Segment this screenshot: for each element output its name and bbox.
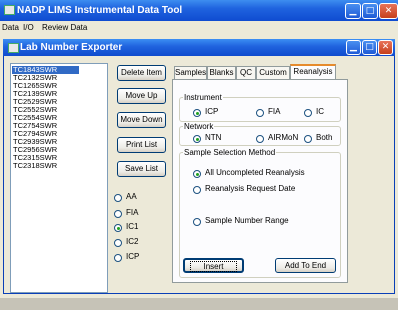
exporter-title: Lab Number Exporter xyxy=(20,42,123,53)
list-item[interactable]: TC2318SWR xyxy=(12,162,79,170)
selection-label-request-date: Reanalysis Request Date xyxy=(205,184,296,193)
type-label-ic2: IC2 xyxy=(126,237,139,246)
status-strip xyxy=(0,298,398,310)
network-label-airmon: AIRMoN xyxy=(268,133,299,142)
instrument-label-ic: IC xyxy=(316,107,324,116)
menu-review-data[interactable]: Review Data xyxy=(42,21,87,35)
selection-label-number-range: Sample Number Range xyxy=(205,216,289,225)
maximize-icon[interactable]: □ xyxy=(362,40,377,55)
delete-item-button[interactable]: Delete Item xyxy=(117,65,166,81)
selection-radio-request-date[interactable] xyxy=(193,186,201,194)
insert-button-label: Insert xyxy=(190,261,237,272)
add-to-end-button[interactable]: Add To End xyxy=(275,258,336,273)
instrument-radio-ic[interactable] xyxy=(304,109,312,117)
network-radio-airmon[interactable] xyxy=(256,135,264,143)
type-label-ic1: IC1 xyxy=(126,222,139,231)
menu-io[interactable]: I/O xyxy=(23,21,34,35)
save-list-button[interactable]: Save List xyxy=(117,161,166,177)
menu-bar: Data I/O Review Data xyxy=(0,21,398,35)
close-icon[interactable]: ✕ xyxy=(378,40,393,55)
minimize-icon[interactable]: ▁ xyxy=(346,40,361,55)
type-label-aa: AA xyxy=(126,192,137,201)
instrument-label-fia: FIA xyxy=(268,107,281,116)
selection-label-all-uncompleted: All Uncompleted Reanalysis xyxy=(205,168,305,177)
network-radio-ntn[interactable] xyxy=(193,135,201,143)
tab-samples[interactable]: Samples xyxy=(174,66,207,79)
lab-number-list[interactable]: TC1843SWR TC2132SWR TC1265SWR TC2139SWR … xyxy=(10,63,108,293)
network-group-label: Network xyxy=(183,122,215,131)
window-icon xyxy=(8,43,19,53)
type-radio-aa[interactable] xyxy=(114,194,122,202)
tab-custom[interactable]: Custom xyxy=(256,66,290,79)
exporter-title-bar[interactable]: Lab Number Exporter ▁ □ ✕ xyxy=(3,39,395,56)
network-label-both: Both xyxy=(316,133,333,142)
move-down-button[interactable]: Move Down xyxy=(117,112,166,128)
move-up-button[interactable]: Move Up xyxy=(117,88,166,104)
selection-method-label: Sample Selection Method xyxy=(183,148,277,157)
minimize-icon[interactable]: ▁ xyxy=(345,3,361,19)
type-radio-icp[interactable] xyxy=(114,254,122,262)
type-label-fia: FIA xyxy=(126,208,139,217)
instrument-radio-icp[interactable] xyxy=(193,109,201,117)
type-radio-fia[interactable] xyxy=(114,210,122,218)
instrument-label-icp: ICP xyxy=(205,107,219,116)
type-radio-ic1[interactable] xyxy=(114,224,122,232)
type-label-icp: ICP xyxy=(126,252,140,261)
tab-blanks[interactable]: Blanks xyxy=(207,66,236,79)
tab-reanalysis[interactable]: Reanalysis xyxy=(290,64,336,80)
app-title-bar[interactable]: NADP LIMS Instrumental Data Tool ▁ □ ✕ xyxy=(0,0,398,21)
tab-qc[interactable]: QC xyxy=(236,66,256,79)
maximize-icon[interactable]: □ xyxy=(362,3,378,19)
selection-radio-all-uncompleted[interactable] xyxy=(193,170,201,178)
selection-radio-number-range[interactable] xyxy=(193,218,201,226)
app-title: NADP LIMS Instrumental Data Tool xyxy=(17,5,183,16)
instrument-group-label: Instrument xyxy=(183,93,223,102)
app-icon xyxy=(4,5,15,15)
type-radio-ic2[interactable] xyxy=(114,239,122,247)
instrument-radio-fia[interactable] xyxy=(256,109,264,117)
close-icon[interactable]: ✕ xyxy=(379,3,398,19)
network-radio-both[interactable] xyxy=(304,135,312,143)
insert-button[interactable]: Insert xyxy=(183,258,244,273)
menu-data[interactable]: Data xyxy=(2,21,19,35)
network-label-ntn: NTN xyxy=(205,133,222,142)
print-list-button[interactable]: Print List xyxy=(117,137,166,153)
